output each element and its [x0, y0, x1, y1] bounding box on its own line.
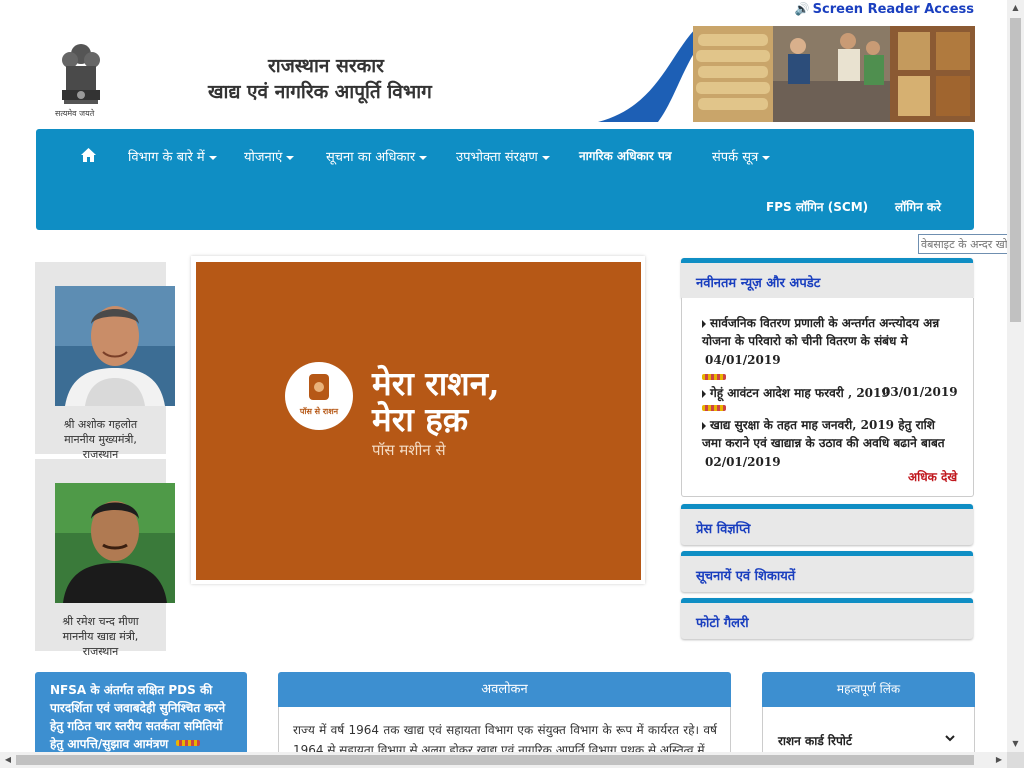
news-item[interactable]: खाद्य सुरक्षा के तहत माह जनवरी, 2019 हेत…	[702, 416, 957, 452]
caret-down-icon	[541, 155, 550, 160]
news-panel-title: नवीनतम न्यूज़ और अपडेट	[696, 276, 821, 291]
scroll-right-arrow-icon[interactable]: ▶	[991, 752, 1007, 768]
news-item-text: खाद्य सुरक्षा के तहत माह जनवरी, 2019 हेत…	[702, 418, 945, 450]
vertical-scroll-thumb[interactable]	[1010, 18, 1021, 322]
login-link[interactable]: लॉगिन करे	[895, 198, 941, 215]
news-item-text: सार्वजनिक वितरण प्रणाली के अन्तर्गत अन्त…	[702, 316, 940, 348]
bullet-arrow-icon	[702, 389, 706, 398]
news-item-text: गेहूं आवंटन आदेश माह फरवरी , 2019	[710, 386, 890, 400]
scroll-left-arrow-icon[interactable]: ◀	[0, 752, 16, 768]
nav-item-rti[interactable]: सूचना का अधिकार	[326, 147, 428, 165]
nav-item-label: सूचना का अधिकार	[326, 150, 416, 165]
nav-item-about-department[interactable]: विभाग के बारे में	[128, 147, 217, 165]
fps-login-link[interactable]: FPS लॉगिन (SCM)	[766, 198, 868, 215]
emblem-caption: सत्यमेव जयते	[55, 109, 95, 118]
photo-gallery-title: फोटो गैलरी	[696, 616, 749, 631]
nav-item-consumer-protection[interactable]: उपभोक्ता संरक्षण	[456, 147, 550, 165]
ration-card-report-link[interactable]: राशन कार्ड रिपोर्ट	[778, 732, 852, 749]
caret-down-icon	[208, 155, 217, 160]
photo-gallery-panel[interactable]: फोटो गैलरी	[681, 598, 973, 639]
main-navigation: विभाग के बारे में योजनाएं सूचना का अधिका…	[36, 129, 974, 230]
ration-bag-icon	[309, 374, 329, 400]
news-item[interactable]: सार्वजनिक वितरण प्रणाली के अन्तर्गत अन्त…	[702, 314, 957, 350]
info-complaints-title: सूचनायें एवं शिकायतें	[696, 569, 796, 584]
slide-subheading: पॉस मशीन से	[372, 441, 446, 459]
slide-heading-line2: मेरा हक़	[372, 400, 469, 439]
screen-reader-access-link[interactable]: 🔊 Screen Reader Access	[795, 2, 974, 17]
site-title-govt: राजस्थान सरकार	[268, 55, 384, 77]
news-item[interactable]: गेहूं आवंटन आदेश माह फरवरी , 2019	[702, 384, 890, 402]
pos-ration-logo-text: पॉस से राशन	[299, 407, 339, 416]
food-minister-card: श्री रमेश चन्द मीणा माननीय खाद्य मंत्री,…	[35, 459, 175, 658]
new-badge-icon	[176, 740, 201, 746]
news-panel-header: नवीनतम न्यूज़ और अपडेट	[681, 258, 973, 299]
site-search-input[interactable]	[918, 234, 1018, 254]
nav-item-label: विभाग के बारे में	[128, 150, 205, 165]
scrollbar-corner	[1007, 752, 1024, 768]
food-minister-photo	[55, 483, 175, 603]
bullet-arrow-icon	[702, 421, 706, 430]
overview-header: अवलोकन	[278, 672, 731, 707]
screen-reader-label: Screen Reader Access	[812, 2, 974, 17]
new-badge-icon	[702, 405, 726, 411]
news-item-date: 04/01/2019	[705, 353, 781, 367]
site-title-department: खाद्य एवं नागरिक आपूर्ति विभाग	[208, 81, 432, 103]
nav-item-label: संपर्क सूत्र	[712, 150, 759, 165]
nav-item-citizen-charter[interactable]: नागरिक अधिकार पत्र	[579, 147, 671, 164]
caret-down-icon	[286, 155, 295, 160]
caret-down-icon	[419, 155, 428, 160]
home-icon[interactable]	[81, 148, 96, 162]
nfsa-notice-box[interactable]: NFSA के अंतर्गत लक्षित PDS की पारदर्शिता…	[35, 672, 247, 762]
scroll-down-arrow-icon[interactable]: ▼	[1007, 736, 1024, 752]
news-item-date: 02/01/2019	[705, 455, 781, 469]
important-links-header: महत्वपूर्ण लिंक	[762, 672, 975, 707]
food-minister-name: श्री रमेश चन्द मीणा	[62, 615, 139, 628]
food-minister-state: राजस्थान	[82, 645, 119, 658]
chief-minister-post: माननीय मुख्यमंत्री,	[64, 433, 137, 446]
pos-ration-logo: पॉस से राशन	[285, 362, 353, 430]
nav-item-contact[interactable]: संपर्क सूत्र	[712, 147, 771, 165]
chief-minister-name: श्री अशोक गहलोत	[63, 418, 138, 431]
scroll-up-arrow-icon[interactable]: ▲	[1007, 0, 1024, 16]
news-more-link[interactable]: अधिक देखे	[908, 468, 957, 485]
horizontal-scroll-thumb[interactable]	[16, 755, 974, 765]
press-release-panel[interactable]: प्रेस विज्ञप्ति	[681, 504, 973, 545]
chief-minister-card: श्री अशोक गहलोत माननीय मुख्यमंत्री, राजस…	[35, 262, 175, 461]
nav-item-label: उपभोक्ता संरक्षण	[456, 150, 538, 165]
info-complaints-panel[interactable]: सूचनायें एवं शिकायतें	[681, 551, 973, 592]
nav-item-label: नागरिक अधिकार पत्र	[579, 149, 672, 163]
nav-item-schemes[interactable]: योजनाएं	[244, 147, 295, 165]
bullet-arrow-icon	[702, 319, 706, 328]
speaker-icon: 🔊	[794, 2, 810, 16]
caret-down-icon	[762, 155, 771, 160]
press-release-title: प्रेस विज्ञप्ति	[696, 522, 751, 537]
chevron-down-icon[interactable]	[945, 734, 955, 742]
food-minister-post: माननीय खाद्य मंत्री,	[62, 630, 139, 643]
news-item-date: 03/01/2019	[882, 385, 958, 399]
header-banner-image	[598, 26, 975, 122]
nav-item-label: योजनाएं	[244, 150, 283, 165]
chief-minister-photo	[55, 286, 175, 406]
new-badge-icon	[702, 374, 726, 380]
